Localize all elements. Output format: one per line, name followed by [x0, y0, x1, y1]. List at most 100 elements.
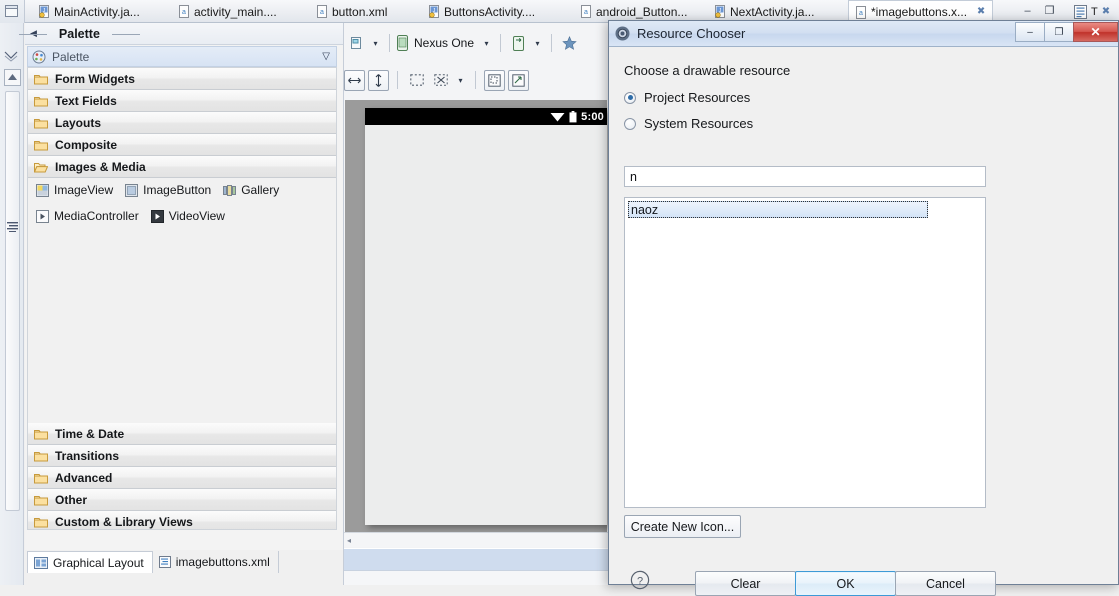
editor-tab-2[interactable]: a button.xml	[310, 0, 393, 23]
palette-category-images-media[interactable]: Images & Media	[28, 156, 336, 178]
resource-filter-input[interactable]: n	[624, 166, 986, 187]
graphical-layout-icon	[34, 556, 48, 569]
tab-imagebuttons-xml[interactable]: imagebuttons.xml	[153, 551, 279, 573]
editor-tab-label: activity_main....	[194, 4, 277, 19]
palette-widget-label: MediaController	[54, 209, 139, 223]
battery-icon	[569, 110, 577, 122]
device-selector[interactable]: Nexus One ▾	[397, 35, 493, 51]
cancel-button[interactable]: Cancel	[895, 571, 996, 596]
xml-file-icon: a	[179, 5, 189, 18]
refresh-render-button[interactable]	[508, 69, 529, 91]
clear-button[interactable]: Clear	[695, 571, 796, 596]
folder-open-icon	[34, 162, 48, 172]
create-new-icon-button[interactable]: Create New Icon...	[624, 515, 741, 538]
dialog-close-button[interactable]: ✕	[1073, 22, 1118, 42]
palette-category-label: Form Widgets	[55, 71, 135, 86]
status-clock: 5:00	[581, 110, 604, 123]
ok-button[interactable]: OK	[795, 571, 896, 596]
editor-tab-3[interactable]: J ButtonsActivity....	[422, 0, 541, 23]
tab-graphical-layout[interactable]: Graphical Layout	[27, 551, 153, 573]
scroll-left-arrow-icon[interactable]: ◂	[347, 536, 351, 545]
restore-view-button[interactable]	[4, 69, 21, 86]
expand-icon	[433, 74, 448, 86]
palette-category-form-widgets[interactable]: Form Widgets	[28, 68, 336, 90]
fit-height-button[interactable]	[368, 69, 389, 91]
editor-tab-label: MainActivity.ja...	[54, 4, 140, 19]
expand-button[interactable]	[430, 70, 451, 91]
dialog-title: Resource Chooser	[637, 26, 746, 41]
palette-category-layouts[interactable]: Layouts	[28, 112, 336, 134]
maximize-icon: ❐	[1054, 26, 1064, 38]
restore-panel-icon[interactable]	[5, 5, 18, 17]
chevron-down-icon[interactable]: ▽	[322, 51, 330, 62]
marquee-select-button[interactable]	[406, 70, 427, 91]
tab-close-icon[interactable]: ✖	[976, 7, 986, 17]
text-T-icon[interactable]: T	[1091, 6, 1098, 18]
radio-selected-icon	[624, 91, 636, 104]
editor-tab-0[interactable]: J MainActivity.ja...	[32, 0, 146, 23]
folder-closed-icon	[34, 429, 48, 439]
star-icon	[562, 35, 577, 50]
phone-icon	[397, 35, 408, 51]
outline-icon[interactable]	[1074, 4, 1087, 19]
palette-category-label: Time & Date	[55, 426, 125, 441]
fit-width-button[interactable]	[344, 69, 365, 91]
resource-list[interactable]: naoz	[624, 197, 986, 508]
palette-category-composite[interactable]: Composite	[28, 134, 336, 156]
radio-project-resources[interactable]: Project Resources	[624, 90, 750, 105]
xml-source-icon	[158, 556, 171, 568]
collapse-chevron-icon[interactable]	[3, 49, 19, 63]
palette-category-time-date[interactable]: Time & Date	[28, 423, 336, 445]
help-icon[interactable]: ?	[630, 570, 650, 590]
radio-label: Project Resources	[644, 90, 751, 105]
layout-toolbar-row-2: ▾	[344, 68, 529, 92]
close-icon[interactable]: ✖	[1102, 6, 1110, 17]
editor-minimize-button[interactable]: –	[1018, 3, 1037, 20]
dialog-titlebar[interactable]: Resource Chooser – ❐ ✕	[609, 21, 1118, 47]
toolbar-separator	[500, 34, 502, 52]
orientation-button[interactable]	[508, 33, 529, 54]
palette-icon	[32, 50, 46, 63]
palette-widget-imageview[interactable]: ImageView	[36, 183, 113, 197]
palette-widget-label: ImageButton	[143, 183, 212, 197]
expand-dropdown-arrow-icon[interactable]: ▾	[454, 76, 467, 85]
palette-widget-videoview[interactable]: VideoView	[150, 209, 225, 223]
favorite-button[interactable]	[559, 33, 580, 54]
editor-maximize-button[interactable]: ❐	[1040, 3, 1059, 20]
device-dropdown-arrow-icon[interactable]: ▾	[480, 39, 493, 48]
fit-width-icon	[348, 77, 361, 83]
list-item[interactable]: naoz	[628, 201, 928, 218]
configuration-button[interactable]	[346, 33, 367, 54]
folder-closed-icon	[34, 74, 48, 84]
show-outline-button[interactable]	[484, 69, 505, 91]
triangle-up-icon	[8, 74, 17, 80]
config-dropdown-arrow-icon[interactable]: ▾	[369, 39, 382, 48]
palette-widget-mediacontroller[interactable]: MediaController	[36, 209, 139, 223]
dialog-minimize-button[interactable]: –	[1015, 22, 1044, 42]
right-panel-tabs: T ✖	[1074, 2, 1110, 21]
device-screen[interactable]	[365, 108, 607, 525]
xml-file-icon: a	[581, 5, 591, 18]
fast-view-rail[interactable]	[5, 91, 20, 511]
palette-category-label: Transitions	[55, 448, 120, 463]
editor-tab-1[interactable]: a activity_main....	[172, 0, 283, 23]
palette-category-text-fields[interactable]: Text Fields	[28, 90, 336, 112]
palette-category-custom-library-views[interactable]: Custom & Library Views	[28, 511, 336, 529]
palette-category-advanced[interactable]: Advanced	[28, 467, 336, 489]
palette-category-transitions[interactable]: Transitions	[28, 445, 336, 467]
orientation-dropdown-arrow-icon[interactable]: ▾	[531, 39, 544, 48]
radio-system-resources[interactable]: System Resources	[624, 116, 753, 131]
mediacontroller-icon	[36, 209, 49, 223]
outline-lines-icon[interactable]	[7, 221, 18, 232]
palette-widget-gallery[interactable]: Gallery	[223, 183, 279, 197]
resource-chooser-dialog: Resource Chooser – ❐ ✕ Choose a drawable…	[608, 20, 1119, 596]
editor-tab-label: button.xml	[332, 4, 388, 19]
palette-category-label: Composite	[55, 137, 118, 152]
radio-unselected-icon	[624, 117, 636, 130]
palette-category-other[interactable]: Other	[28, 489, 336, 511]
toolbar-separator	[397, 71, 398, 89]
palette-widget-imagebutton[interactable]: ImageButton	[125, 183, 211, 197]
palette-header-bar[interactable]: Palette ▽	[27, 46, 337, 67]
view-tab-label: imagebuttons.xml	[175, 555, 270, 569]
dialog-maximize-button[interactable]: ❐	[1044, 22, 1073, 42]
